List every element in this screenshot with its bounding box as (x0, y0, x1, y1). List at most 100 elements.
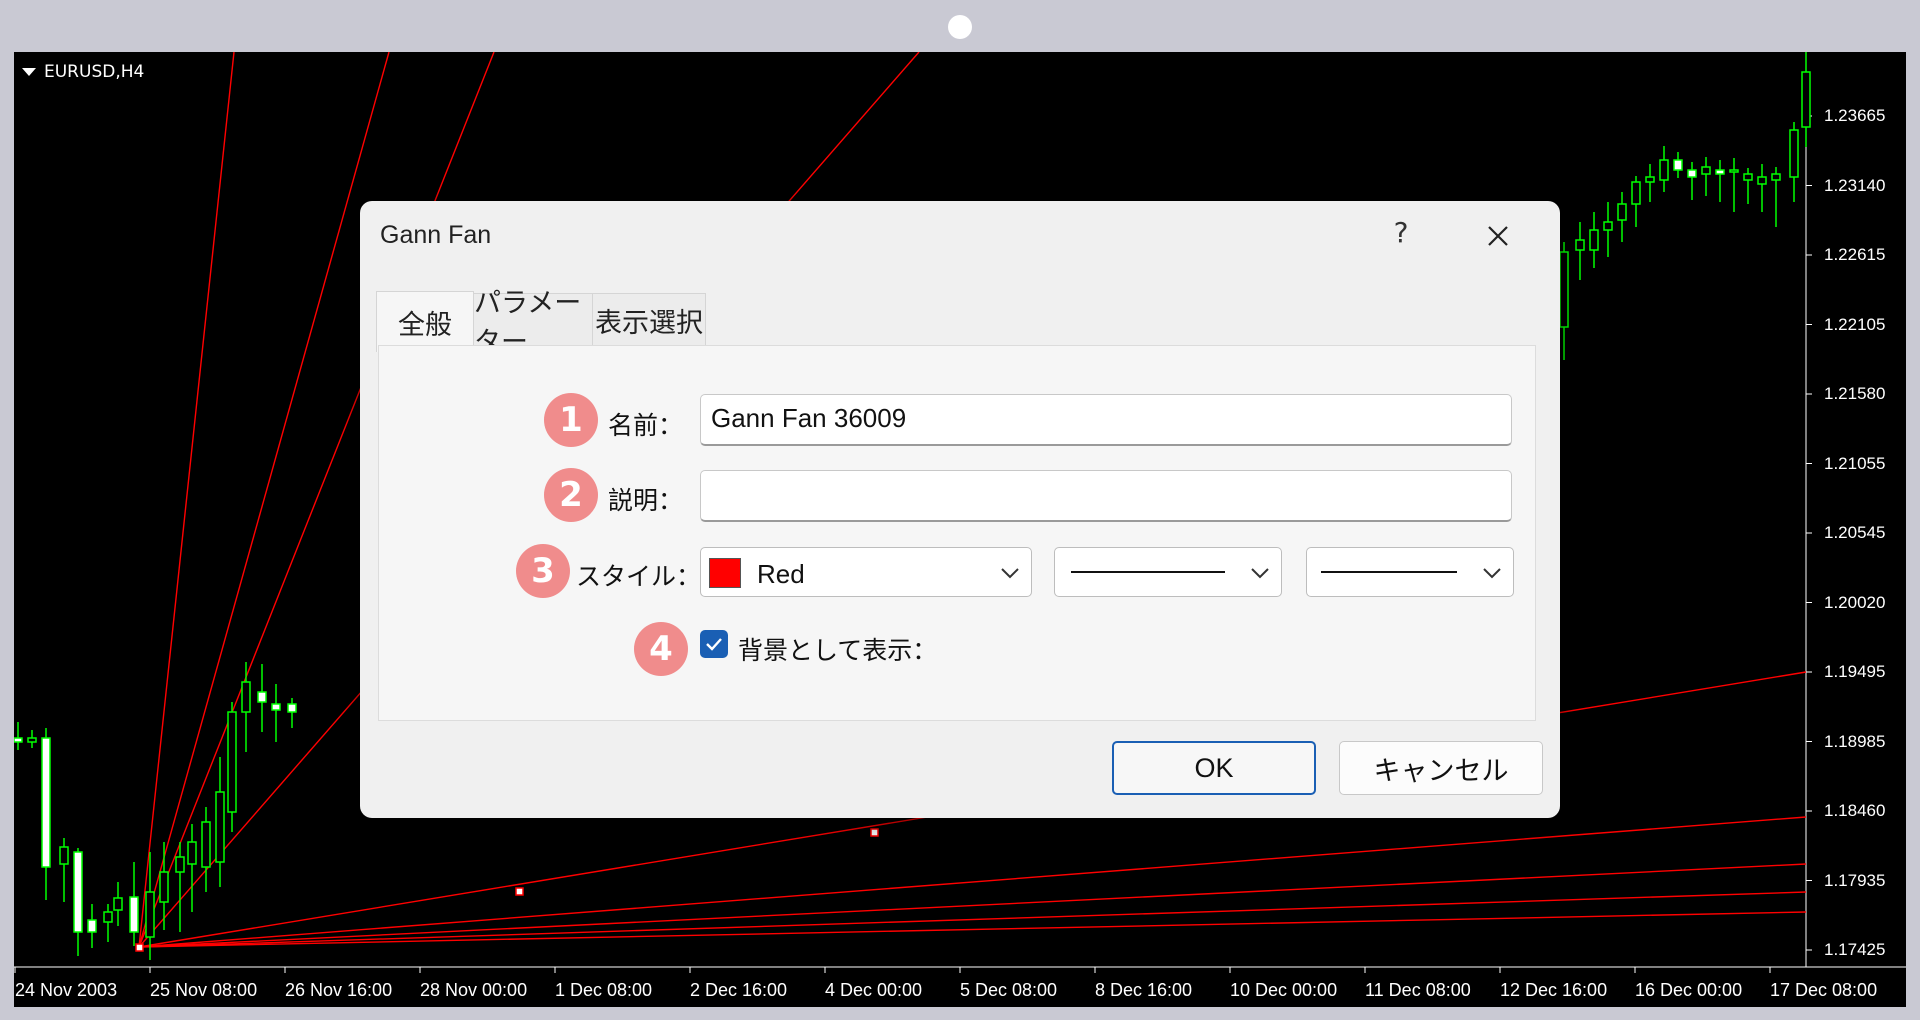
symbol-label: EURUSD,H4 (44, 62, 145, 82)
price-label: 1.23140 (1824, 175, 1886, 195)
background-checkbox[interactable] (700, 630, 728, 658)
left-candle-body (14, 737, 23, 743)
right-candle-body (1757, 176, 1767, 185)
fan-handle (515, 887, 524, 896)
date-label: 12 Dec 16:00 (1500, 980, 1608, 1000)
date-label: 1 Dec 08:00 (555, 980, 653, 1000)
right-candle-body (1701, 166, 1711, 175)
background-label: 背景として表示： (738, 636, 938, 665)
date-label: 5 Dec 08:00 (960, 980, 1058, 1000)
left-candle-body (175, 856, 185, 873)
right-candle-body (1743, 173, 1753, 181)
price-label: 1.22105 (1824, 314, 1886, 334)
description-label: 説明： (608, 486, 684, 515)
symbol-header[interactable]: EURUSD,H4 (22, 62, 144, 82)
color-swatch (709, 558, 741, 588)
close-button[interactable] (1478, 216, 1518, 256)
date-label: 24 Nov 2003 (15, 980, 118, 1000)
close-icon (1488, 226, 1508, 246)
cancel-button[interactable]: キャンセル (1339, 741, 1543, 795)
left-candle-body (129, 896, 139, 933)
left-candle-body (59, 846, 69, 865)
gann-fan-line (138, 911, 1807, 948)
dropdown-triangle-icon[interactable] (22, 68, 36, 76)
ok-button[interactable]: OK (1112, 741, 1316, 795)
badge-3: 3 (516, 544, 570, 598)
gann-fan-line (138, 816, 1807, 948)
chevron-down-icon (1483, 568, 1501, 579)
tab-general[interactable]: 全般 (376, 291, 474, 352)
left-candle-body (287, 703, 297, 713)
name-input[interactable]: Gann Fan 36009 (700, 394, 1512, 446)
price-label: 1.20020 (1824, 592, 1886, 612)
right-candle-body (1729, 169, 1739, 173)
price-label: 1.22615 (1824, 245, 1886, 264)
checkmark-icon (706, 638, 722, 651)
left-candle-body (215, 791, 225, 863)
right-candle-body (1589, 229, 1599, 251)
date-label: 8 Dec 16:00 (1095, 980, 1193, 1000)
color-select[interactable]: Red (700, 547, 1032, 597)
chevron-down-icon (1001, 568, 1019, 579)
left-candle-body (271, 703, 281, 711)
date-label: 25 Nov 08:00 (150, 980, 258, 1000)
left-candle-body (103, 911, 113, 923)
price-label: 1.20545 (1824, 523, 1886, 542)
right-candle-body (1771, 173, 1781, 181)
date-label: 2 Dec 16:00 (690, 980, 788, 1000)
color-name: Red (757, 559, 805, 589)
fan-handle (870, 828, 879, 837)
right-candle-body (1603, 221, 1613, 231)
left-candle-body (227, 711, 237, 813)
dialog-title: Gann Fan (380, 221, 492, 249)
left-candle-body (159, 871, 169, 903)
line-width-select[interactable] (1054, 547, 1282, 597)
price-label: 1.18985 (1824, 731, 1886, 751)
left-candle-body (257, 691, 267, 703)
tab-parameters[interactable]: パラメーター (473, 288, 593, 358)
tab-visualization[interactable]: 表示選択 (592, 293, 706, 346)
line-style-select[interactable] (1306, 547, 1514, 597)
help-button[interactable]: ? (1383, 216, 1419, 252)
window-dot (948, 15, 972, 39)
right-candle-body (1801, 71, 1811, 128)
left-candle-body (41, 737, 51, 868)
date-label: 17 Dec 08:00 (1770, 980, 1878, 1000)
price-label: 1.23665 (1824, 106, 1886, 125)
right-candle-body (1631, 181, 1641, 205)
date-label: 16 Dec 00:00 (1635, 980, 1743, 1000)
left-candle-body (187, 841, 197, 865)
badge-1: 1 (544, 393, 598, 447)
right-candle-body (1559, 251, 1569, 328)
chevron-down-icon (1251, 568, 1269, 579)
right-candle-body (1673, 159, 1683, 171)
right-candle-body (1575, 239, 1585, 251)
price-label: 1.17425 (1824, 940, 1886, 959)
left-candle-body (241, 681, 251, 713)
left-candle-body (201, 821, 211, 868)
date-label: 26 Nov 16:00 (285, 980, 393, 1000)
left-candle-body (73, 851, 83, 933)
right-candle-body (1659, 159, 1669, 181)
style-label: スタイル： (576, 562, 702, 591)
badge-4: 4 (634, 622, 688, 676)
price-label: 1.21055 (1824, 453, 1886, 473)
right-candle-body (1645, 176, 1655, 183)
price-label: 1.18460 (1824, 801, 1886, 820)
left-candle-body (87, 919, 97, 933)
gann-fan-line (138, 891, 1807, 948)
right-candle-body (1715, 169, 1725, 175)
date-label: 11 Dec 08:00 (1365, 980, 1471, 1000)
gann-fan-line (138, 52, 390, 948)
price-label: 1.19495 (1824, 662, 1886, 681)
badge-2: 2 (544, 468, 598, 522)
right-candle-body (1687, 169, 1697, 178)
price-label: 1.21580 (1824, 384, 1886, 403)
line-width-preview (1071, 571, 1225, 573)
left-candle-body (145, 891, 155, 938)
date-label: 28 Nov 00:00 (420, 980, 528, 1000)
left-candle-body (113, 897, 123, 911)
price-label: 1.17935 (1824, 870, 1886, 890)
fan-handle (135, 943, 144, 952)
description-input[interactable] (700, 470, 1512, 522)
